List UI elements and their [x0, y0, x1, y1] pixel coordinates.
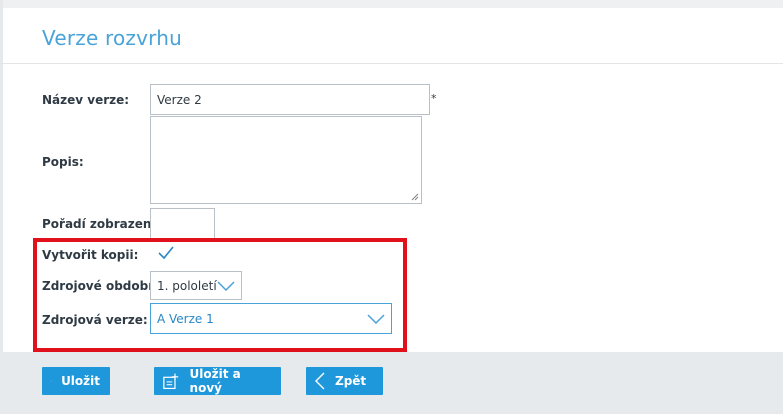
save-button[interactable]: Uložit: [42, 367, 110, 395]
footer-bar: [0, 352, 783, 414]
description-textarea[interactable]: [150, 116, 422, 204]
page-title: Verze rozvrhu: [42, 26, 182, 50]
required-mark: *: [431, 92, 437, 105]
name-input[interactable]: Verze 2: [150, 84, 430, 115]
highlight-box: [33, 238, 407, 352]
top-band: [0, 0, 783, 8]
chevron-left-icon: [315, 372, 325, 390]
title-divider: [0, 63, 783, 64]
left-edge: [0, 0, 3, 352]
save-new-button-label: Uložit a nový: [189, 367, 241, 395]
resize-handle-icon[interactable]: [411, 193, 419, 201]
back-button[interactable]: Zpět: [306, 367, 383, 395]
add-document-icon: [163, 373, 179, 390]
description-label: Popis:: [42, 155, 84, 169]
save-button-label: Uložit: [61, 374, 100, 388]
order-label: Pořadí zobrazení:: [42, 217, 161, 231]
check-icon: [50, 380, 52, 382]
save-new-button[interactable]: Uložit a nový: [154, 367, 281, 395]
back-button-label: Zpět: [335, 374, 367, 388]
name-label: Název verze:: [42, 93, 130, 107]
order-input[interactable]: [150, 208, 215, 241]
